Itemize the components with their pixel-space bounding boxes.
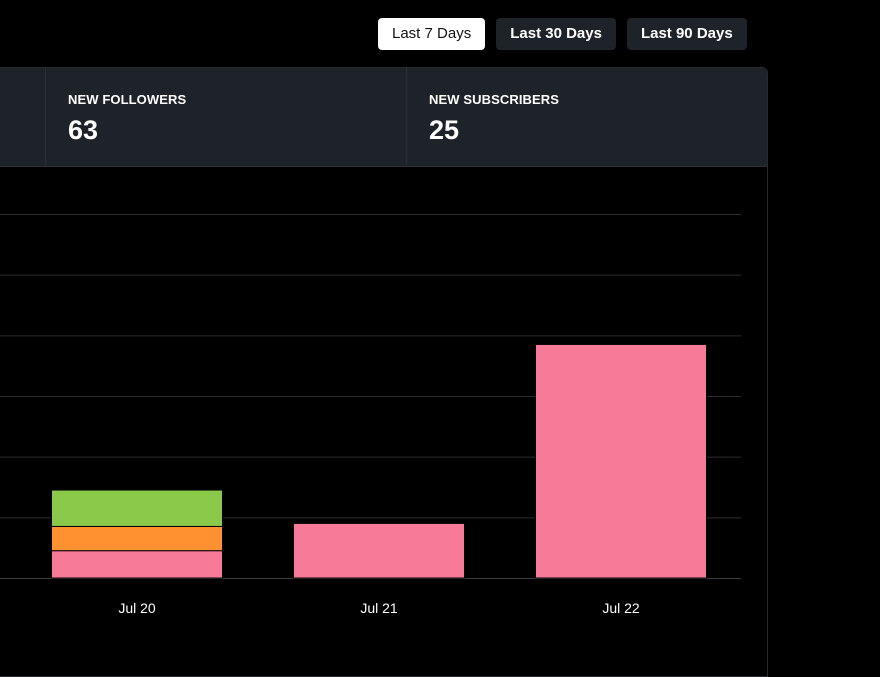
bar-segment-jul-20-series-2[interactable] [51, 489, 223, 527]
x-tick-label: Jul 21 [360, 600, 398, 616]
bar-segment-jul-20-series-1[interactable] [51, 525, 223, 552]
stacked-bar-chart: Jul 20 Jul 21 Jul 22 [0, 214, 741, 616]
bar-segment-jul-20-series-0[interactable] [51, 550, 223, 579]
x-tick-label: Jul 22 [602, 600, 640, 616]
bar-segment-jul-22-series-0[interactable] [535, 343, 707, 579]
bar-segment-jul-21-series-0[interactable] [293, 522, 465, 579]
x-tick-label: Jul 20 [118, 600, 156, 616]
